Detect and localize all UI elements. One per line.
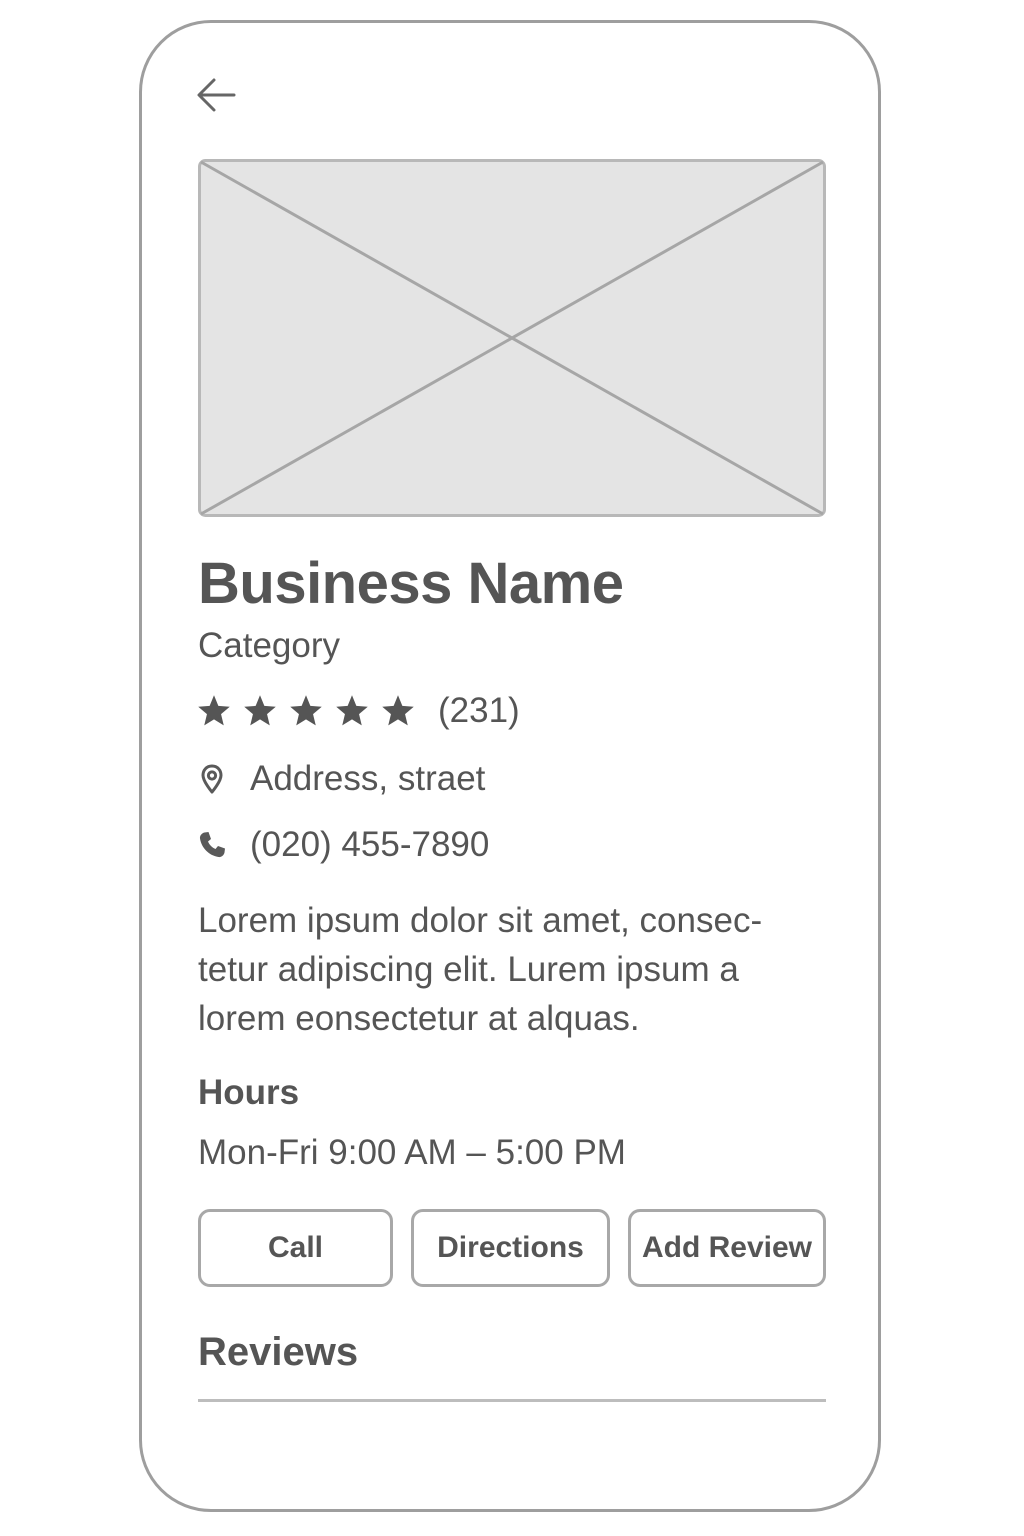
back-button[interactable]: [194, 72, 242, 120]
reviews-heading: Reviews: [198, 1330, 359, 1374]
address-row[interactable]: Address, straet: [196, 756, 485, 802]
business-name: Business Name: [198, 551, 624, 616]
star-icon: [336, 695, 368, 726]
description-line: tetur adipiscing elit. Lurem ipsum a: [198, 950, 739, 989]
rating-row: (231): [196, 688, 520, 734]
description-line: lorem eonsectetur at alquas.: [198, 999, 640, 1038]
phone-icon: [199, 832, 225, 858]
business-category: Category: [198, 626, 341, 665]
review-count[interactable]: (231): [438, 691, 520, 731]
directions-button[interactable]: Directions: [411, 1209, 610, 1287]
add-review-button[interactable]: Add Review: [628, 1209, 826, 1287]
description-line: Lorem ipsum dolor sit amet, consec-: [198, 901, 763, 940]
phone-number: (020) 455-7890: [250, 825, 490, 864]
call-button[interactable]: Call: [198, 1209, 393, 1287]
hours-heading: Hours: [198, 1073, 300, 1112]
phone-row[interactable]: (020) 455-7890: [196, 822, 489, 868]
star-rating: [196, 693, 426, 729]
hero-image-placeholder: [198, 159, 826, 517]
star-icon: [244, 695, 276, 726]
star-icon: [290, 695, 322, 726]
business-description: Lorem ipsum dolor sit amet, consec- tetu…: [198, 896, 826, 1043]
star-icon: [382, 695, 414, 726]
star-icon: [198, 695, 230, 726]
address-text: Address, straet: [250, 759, 486, 798]
arrow-left-icon: [197, 78, 236, 112]
reviews-divider: [198, 1399, 826, 1402]
hours-value: Mon-Fri 9:00 AM – 5:00 PM: [198, 1133, 626, 1172]
map-pin-icon: [201, 764, 223, 794]
